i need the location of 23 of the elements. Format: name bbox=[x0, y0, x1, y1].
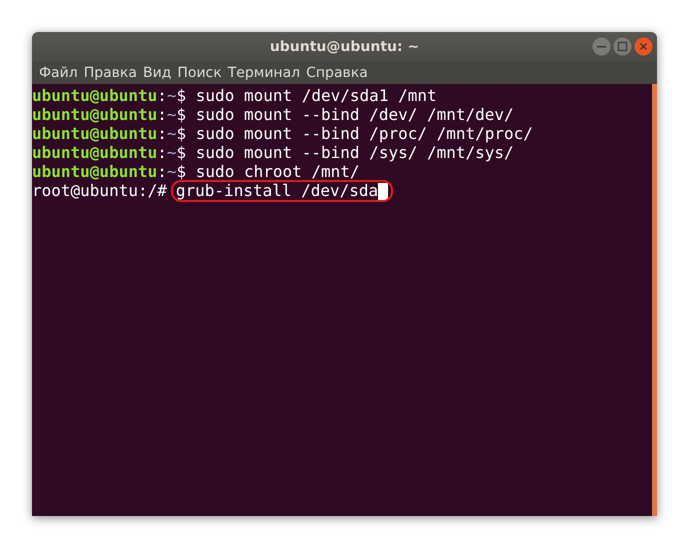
prompt: ubuntu@ubuntu:~$ bbox=[32, 105, 186, 124]
command: sudo mount --bind /sys/ /mnt/sys/ bbox=[194, 143, 514, 162]
menu-item[interactable]: Поиск bbox=[174, 65, 225, 81]
highlighted-command: grub-install /dev/sda bbox=[172, 182, 392, 200]
prompt: ubuntu@ubuntu:~$ bbox=[32, 162, 186, 181]
prompt: ubuntu@ubuntu:~$ bbox=[32, 143, 186, 162]
prompt: ubuntu@ubuntu:~$ bbox=[32, 86, 186, 105]
scrollbar[interactable] bbox=[652, 84, 657, 516]
menu-item[interactable]: Правка bbox=[80, 65, 140, 81]
menu-item[interactable]: Вид bbox=[140, 65, 174, 81]
menu-item[interactable]: Файл bbox=[36, 65, 81, 81]
close-button[interactable] bbox=[634, 37, 653, 56]
command: sudo mount /dev/sda1 /mnt bbox=[194, 86, 437, 105]
menu-item[interactable]: Справка bbox=[303, 65, 371, 81]
maximize-button[interactable] bbox=[613, 37, 632, 56]
prompt: ubuntu@ubuntu:~$ bbox=[32, 124, 186, 143]
command: sudo mount --bind /dev/ /mnt/dev/ bbox=[194, 105, 514, 124]
menu-item[interactable]: Терминал bbox=[224, 65, 304, 81]
command: sudo mount --bind /proc/ /mnt/proc/ bbox=[194, 124, 533, 143]
window-title: ubuntu@ubuntu: ~ bbox=[270, 39, 420, 55]
minimize-button[interactable] bbox=[592, 37, 611, 56]
prompt: root@ubuntu:/# bbox=[32, 181, 167, 200]
command: sudo chroot /mnt/ bbox=[194, 162, 360, 181]
